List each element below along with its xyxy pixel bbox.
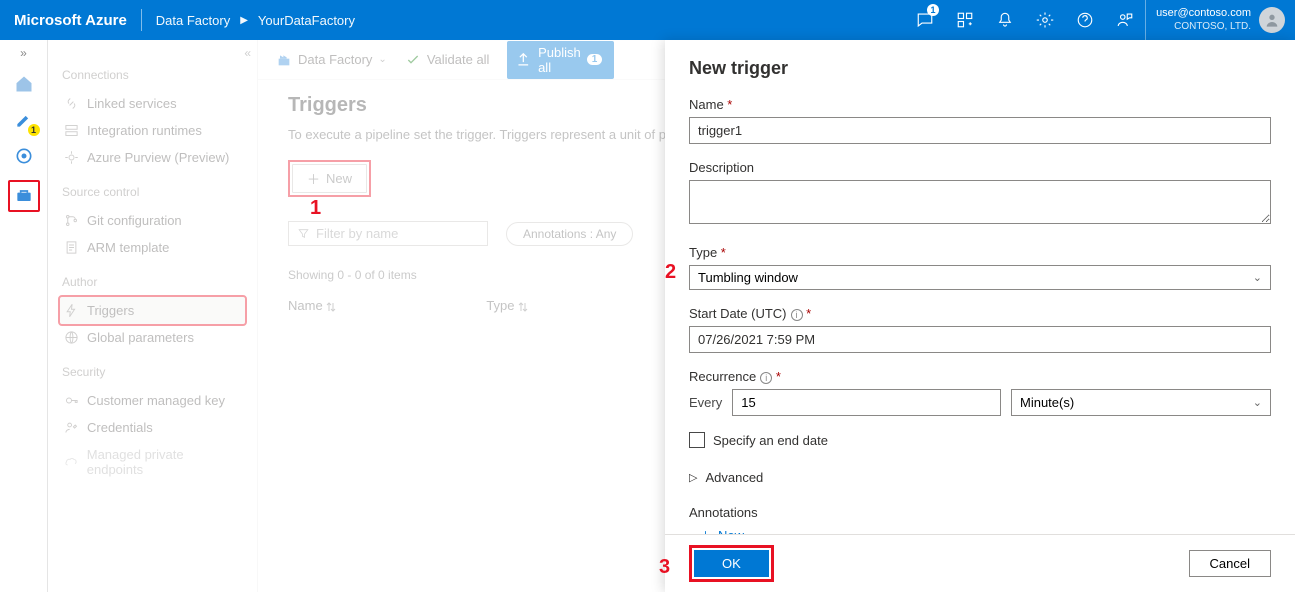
new-trigger-wrap: ＋ New xyxy=(288,160,371,197)
section-connections: Connections xyxy=(62,68,245,82)
sort-icon xyxy=(326,302,336,312)
rail-home[interactable] xyxy=(8,68,40,100)
person-feedback-icon[interactable] xyxy=(1105,0,1145,40)
pane-title: New trigger xyxy=(689,58,1271,79)
start-date-input[interactable] xyxy=(689,326,1271,353)
ok-button-highlight: OK xyxy=(689,545,774,582)
nav-mpe[interactable]: Managed private endpoints xyxy=(60,441,245,483)
unit-select[interactable]: Minute(s) ⌄ xyxy=(1011,389,1271,416)
name-input[interactable] xyxy=(689,117,1271,144)
directory-icon[interactable] xyxy=(945,0,985,40)
every-label: Every xyxy=(689,395,722,410)
user-org: CONTOSO, LTD. xyxy=(1156,20,1251,33)
rail-author[interactable]: 1 xyxy=(8,104,40,136)
rail-manage[interactable] xyxy=(8,180,40,212)
col-type[interactable]: Type xyxy=(486,298,528,313)
chevron-right-icon: ▶ xyxy=(240,15,248,26)
nav-global-params[interactable]: Global parameters xyxy=(60,324,245,351)
chevron-down-icon: ⌄ xyxy=(1253,396,1262,409)
nav-credentials[interactable]: Credentials xyxy=(60,414,245,441)
end-date-checkbox-row[interactable]: Specify an end date xyxy=(689,432,1271,448)
bell-icon[interactable] xyxy=(985,0,1025,40)
advanced-toggle[interactable]: ▷ Advanced xyxy=(689,470,1271,485)
nav-triggers[interactable]: Triggers xyxy=(60,297,245,324)
nav-linked-services[interactable]: Linked services xyxy=(60,90,245,117)
gear-icon[interactable] xyxy=(1025,0,1065,40)
help-icon[interactable] xyxy=(1065,0,1105,40)
crumb-your-factory[interactable]: YourDataFactory xyxy=(258,13,355,28)
nav-cmk[interactable]: Customer managed key xyxy=(60,387,245,414)
add-annotation[interactable]: ＋ New xyxy=(689,526,1271,534)
type-label: Type xyxy=(689,245,1271,260)
left-rail: » 1 xyxy=(0,40,48,592)
desc-input[interactable] xyxy=(689,180,1271,224)
every-input[interactable] xyxy=(732,389,1001,416)
toolbar-publish[interactable]: Publish all 1 xyxy=(507,41,614,79)
new-trigger-button[interactable]: ＋ New xyxy=(292,164,367,193)
feedback-icon[interactable]: 1 xyxy=(905,0,945,40)
step-3: 3 xyxy=(659,556,670,579)
collapse-panel-icon[interactable]: « xyxy=(244,46,251,60)
section-author: Author xyxy=(62,275,245,289)
section-security: Security xyxy=(62,365,245,379)
step-2: 2 xyxy=(665,261,676,284)
feedback-badge: 1 xyxy=(927,4,939,16)
col-name[interactable]: Name xyxy=(288,298,336,313)
checkbox[interactable] xyxy=(689,432,705,448)
annotations-heading: Annotations xyxy=(689,505,1271,520)
new-trigger-pane: New trigger Name Description Type Tumbli… xyxy=(665,40,1295,592)
nav-purview[interactable]: Azure Purview (Preview) xyxy=(60,144,245,171)
recurrence-label: Recurrencei xyxy=(689,369,1271,384)
plus-icon: ＋ xyxy=(699,526,712,534)
chevron-down-icon: ⌄ xyxy=(378,54,386,65)
breadcrumb: Data Factory ▶ YourDataFactory xyxy=(142,13,369,28)
header-actions: 1 user@contoso.com CONTOSO, LTD. xyxy=(905,0,1295,40)
user-email: user@contoso.com xyxy=(1156,7,1251,20)
info-icon[interactable]: i xyxy=(760,372,772,384)
rail-monitor[interactable] xyxy=(8,140,40,172)
publish-count: 1 xyxy=(587,54,603,65)
start-label: Start Date (UTC)i xyxy=(689,306,1271,321)
nav-git-config[interactable]: Git configuration xyxy=(60,207,245,234)
azure-header: Microsoft Azure Data Factory ▶ YourDataF… xyxy=(0,0,1295,40)
type-select[interactable]: Tumbling window ⌄ xyxy=(689,265,1271,290)
toolbar-validate[interactable]: Validate all xyxy=(405,52,490,68)
section-source-control: Source control xyxy=(62,185,245,199)
sort-icon xyxy=(518,302,528,312)
desc-label: Description xyxy=(689,160,1271,175)
crumb-data-factory[interactable]: Data Factory xyxy=(156,13,230,28)
info-icon[interactable]: i xyxy=(791,309,803,321)
brand[interactable]: Microsoft Azure xyxy=(0,12,141,29)
toolbar-data-factory[interactable]: Data Factory ⌄ xyxy=(276,52,387,68)
step-1: 1 xyxy=(310,197,321,220)
ok-button[interactable]: OK xyxy=(694,550,769,577)
cancel-button[interactable]: Cancel xyxy=(1189,550,1271,577)
nav-integration-runtimes[interactable]: Integration runtimes xyxy=(60,117,245,144)
plus-icon: ＋ xyxy=(307,169,320,188)
expand-rail-icon[interactable]: » xyxy=(20,46,27,60)
side-panel: « Connections Linked services Integratio… xyxy=(48,40,258,592)
nav-arm-template[interactable]: ARM template xyxy=(60,234,245,261)
user-block[interactable]: user@contoso.com CONTOSO, LTD. xyxy=(1145,0,1295,40)
annotations-filter[interactable]: Annotations : Any xyxy=(506,222,633,246)
chevron-right-icon: ▷ xyxy=(689,471,697,484)
pane-footer: OK Cancel xyxy=(665,534,1295,592)
chevron-down-icon: ⌄ xyxy=(1253,271,1262,284)
name-label: Name xyxy=(689,97,1271,112)
filter-icon xyxy=(297,227,310,240)
end-date-label: Specify an end date xyxy=(713,433,828,448)
avatar xyxy=(1259,7,1285,33)
filter-input[interactable]: Filter by name xyxy=(288,221,488,246)
author-badge: 1 xyxy=(28,124,40,136)
